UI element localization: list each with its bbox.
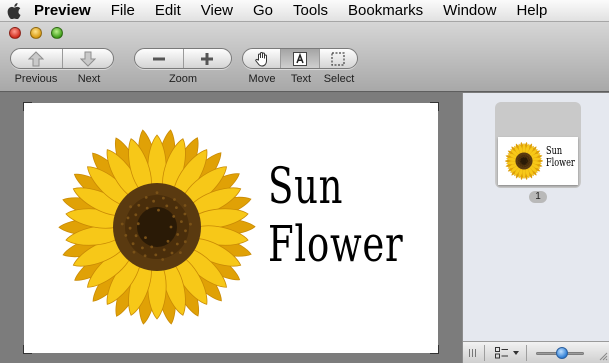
zoom-label: Zoom	[168, 73, 198, 85]
window-resize-corner-icon[interactable]	[598, 351, 608, 361]
divider	[526, 345, 527, 361]
crop-mark-bottom-left	[23, 345, 32, 354]
menu-tools[interactable]: Tools	[283, 0, 338, 22]
marquee-icon	[331, 51, 345, 66]
move-label: Move	[248, 73, 276, 85]
crop-mark-top-left	[23, 102, 32, 111]
zoom-control	[134, 48, 232, 69]
window-toolbar: Previous Next Zoom Move Text Select	[0, 22, 609, 92]
menu-view[interactable]: View	[191, 0, 243, 22]
next-label: Next	[77, 73, 101, 85]
page-thumbnail[interactable]: Sun Flower	[498, 137, 578, 185]
minimize-window-button[interactable]	[30, 27, 42, 39]
previous-label: Previous	[14, 73, 58, 85]
document-title-text: Sun Flower	[268, 157, 403, 273]
chevron-down-icon	[513, 351, 519, 355]
select-label: Select	[323, 73, 355, 85]
menu-file[interactable]: File	[101, 0, 145, 22]
menu-bookmarks[interactable]: Bookmarks	[338, 0, 433, 22]
text-tool-button[interactable]	[281, 49, 320, 68]
thumbnail-line-2: Flower	[546, 156, 575, 169]
document-line-2: Flower	[268, 215, 404, 273]
minus-icon	[152, 57, 165, 60]
menu-help[interactable]: Help	[506, 0, 557, 22]
thumbnail-text: Sun Flower	[546, 145, 575, 169]
list-view-icon	[495, 347, 508, 359]
previous-next-control	[10, 48, 114, 69]
text-cursor-icon	[292, 51, 307, 66]
crop-mark-top-right	[430, 102, 439, 111]
resize-grip-icon[interactable]	[468, 348, 478, 358]
apple-icon[interactable]	[2, 0, 26, 22]
previous-button[interactable]	[11, 49, 63, 68]
document-view[interactable]: Sun Flower	[0, 93, 462, 363]
close-window-button[interactable]	[9, 27, 21, 39]
zoom-out-button[interactable]	[135, 49, 184, 68]
plus-icon	[201, 52, 214, 65]
zoom-window-button[interactable]	[51, 27, 63, 39]
zoom-in-button[interactable]	[184, 49, 232, 68]
hand-icon	[254, 51, 267, 67]
thumbnail-sidebar: Sun Flower 1	[462, 93, 609, 363]
menu-go[interactable]: Go	[243, 0, 283, 22]
sunflower-thumbnail-image	[504, 142, 544, 180]
text-label: Text	[290, 73, 312, 85]
menu-bar: Preview File Edit View Go Tools Bookmark…	[0, 0, 609, 22]
select-tool-button[interactable]	[320, 49, 357, 68]
next-button[interactable]	[63, 49, 114, 68]
tool-mode-control	[242, 48, 358, 69]
menu-app-preview[interactable]: Preview	[26, 0, 101, 22]
document-line-1: Sun	[268, 157, 344, 215]
crop-mark-bottom-right	[430, 345, 439, 354]
slider-knob[interactable]	[556, 347, 569, 359]
menu-window[interactable]: Window	[433, 0, 506, 22]
sidebar-bottom-bar	[463, 341, 609, 363]
menu-edit[interactable]: Edit	[145, 0, 191, 22]
sunflower-image	[58, 129, 256, 325]
view-options-button[interactable]	[495, 346, 521, 360]
divider	[484, 345, 485, 361]
page-number-badge: 1	[529, 191, 547, 203]
move-tool-button[interactable]	[243, 49, 282, 68]
down-arrow-icon	[79, 51, 96, 67]
up-arrow-icon	[28, 50, 45, 66]
document-page[interactable]: Sun Flower	[23, 102, 439, 354]
